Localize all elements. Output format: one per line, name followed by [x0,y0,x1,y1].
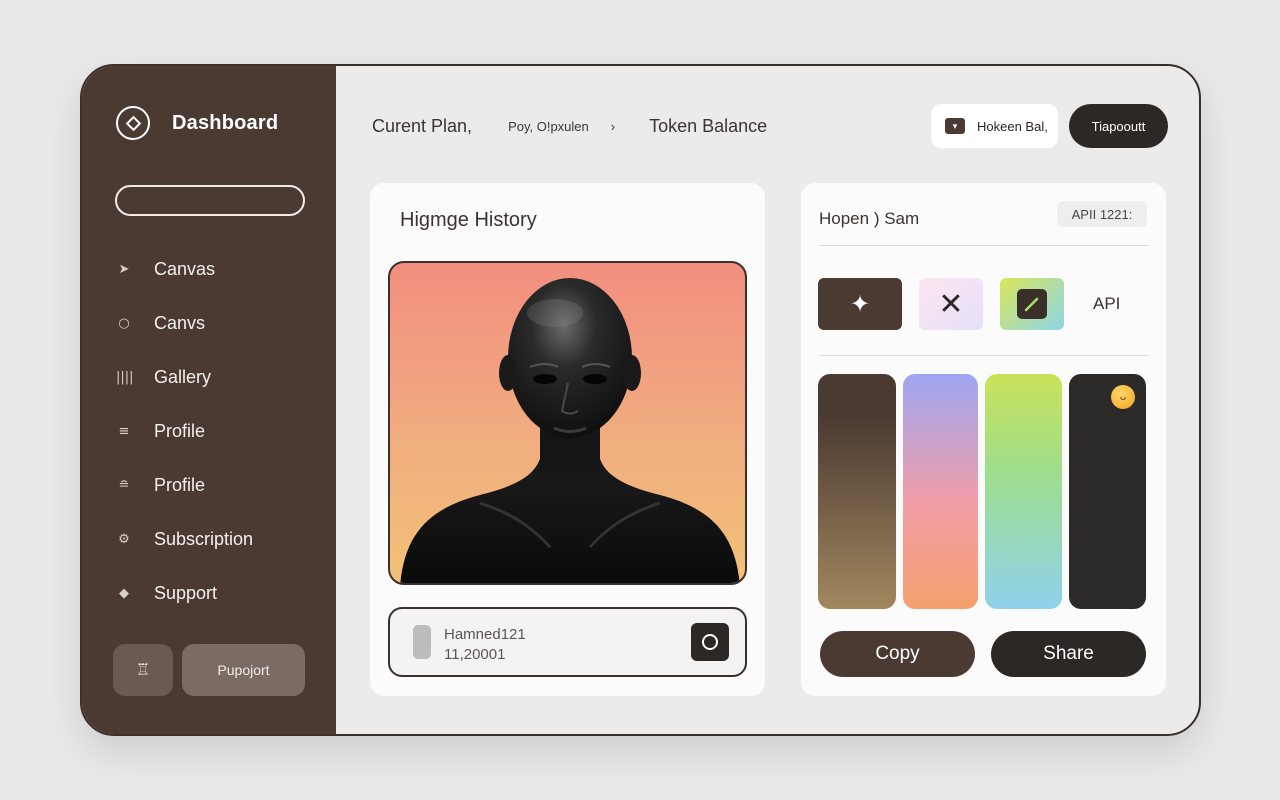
close-icon: ✕ [938,287,964,321]
api-badge: APII 1221: [1057,201,1147,227]
divider [819,245,1149,246]
lock-icon: ♖ [135,662,151,679]
sparkle-tool-button[interactable]: ✦ [818,278,902,330]
breadcrumb: Curent Plan, Poy, O!pxulen › Token Balan… [372,116,767,137]
file-list-item[interactable]: Hamned121 11,20001 [388,607,747,677]
tool-row: ✦ ✕ API [818,278,1120,330]
file-size: 11,20001 [444,646,506,663]
lock-button[interactable]: ♖ [113,644,173,696]
diamond-icon: ◆ [119,585,129,601]
sidebar-item-label: Support [154,582,218,603]
plan-value[interactable]: Poy, O!pxulen [508,119,589,134]
swatch-lime-cyan[interactable] [985,374,1062,609]
gear-icon: ⚙ [118,531,130,547]
sidebar-footer: ♖ Pupojort [113,644,305,696]
stack-icon: ≘ [118,477,130,493]
balance-pill-label: Hokeen Bal, [977,118,1048,134]
sidebar-item-support[interactable]: ◆ Support [116,566,316,620]
sidebar-item-label: Subscription [154,528,254,549]
brand[interactable]: Dashboard [116,106,278,140]
swatch-dark[interactable]: ᴗ [1069,374,1146,609]
divider [819,355,1149,356]
swatch-brown[interactable] [818,374,896,609]
sidebar-item-label: Gallery [154,366,212,387]
balance-pill[interactable]: ▾ Hokeen Bal, [931,104,1058,148]
sidebar-item-canvas[interactable]: ➤ Canvas [116,242,316,296]
file-action-button[interactable] [691,623,729,661]
chevron-right-icon: › [610,119,616,134]
sidebar-item-subscription[interactable]: ⚙ Subscription [116,512,316,566]
api-label[interactable]: API [1093,294,1120,314]
tools-card: Hopen ) Sam APII 1221: ✦ ✕ API ᴗ Copy Sh… [801,183,1166,696]
circle-icon: ○ [118,315,130,331]
style-swatches: ᴗ [818,374,1146,609]
sidebar: Dashboard ➤ Canvas ○ Canvs |||| Gallery … [82,66,336,734]
token-balance-label: Token Balance [649,116,768,136]
copy-button[interactable]: Copy [820,631,975,677]
list-icon: ≡ [118,423,130,439]
card-title: Higmge History [400,209,537,231]
card-title: Hopen ) Sam [819,209,920,228]
circle-icon [702,634,718,650]
main-content: Curent Plan, Poy, O!pxulen › Token Balan… [336,66,1199,734]
wallet-icon: ▾ [945,118,965,134]
sidebar-item-label: Profile [154,420,206,441]
image-history-card: Higmge History Hamned121 11,20001 [370,183,765,696]
sidebar-nav: ➤ Canvas ○ Canvs |||| Gallery ≡ Profile … [116,242,316,620]
generated-portrait-image[interactable] [388,261,747,585]
sidebar-item-profile[interactable]: ≡ Profile [116,404,316,458]
sidebar-item-canvs[interactable]: ○ Canvs [116,296,316,350]
action-row: Copy Share [820,631,1146,677]
close-tool-button[interactable]: ✕ [919,278,983,330]
app-title: Dashboard [172,111,279,134]
sidebar-item-gallery[interactable]: |||| Gallery [116,350,316,404]
app-window: Dashboard ➤ Canvas ○ Canvs |||| Gallery … [80,64,1201,736]
logo-icon [116,106,150,140]
topup-button[interactable]: Tiapooutt [1069,104,1168,148]
sidebar-item-label: Profile [154,474,206,495]
smiley-icon: ᴗ [1111,385,1135,409]
swatch-pastel[interactable] [903,374,978,609]
sidebar-item-profile-2[interactable]: ≘ Profile [116,458,316,512]
sidebar-item-label: Canvas [154,258,216,279]
file-name: Hamned121 [444,626,526,643]
file-thumbnail [413,625,431,659]
send-icon: ➤ [118,261,130,277]
current-plan-label: Curent Plan, [372,116,473,136]
edit-tool-button[interactable] [1000,278,1064,330]
portrait-illustration [400,278,740,583]
support-button[interactable]: Pupojort [182,644,305,696]
pencil-icon [1017,289,1047,319]
sidebar-item-label: Canvs [154,312,206,333]
share-button[interactable]: Share [991,631,1146,677]
sparkle-icon: ✦ [849,290,871,318]
sidebar-search-input[interactable] [115,185,305,216]
bars-icon: |||| [116,369,134,385]
